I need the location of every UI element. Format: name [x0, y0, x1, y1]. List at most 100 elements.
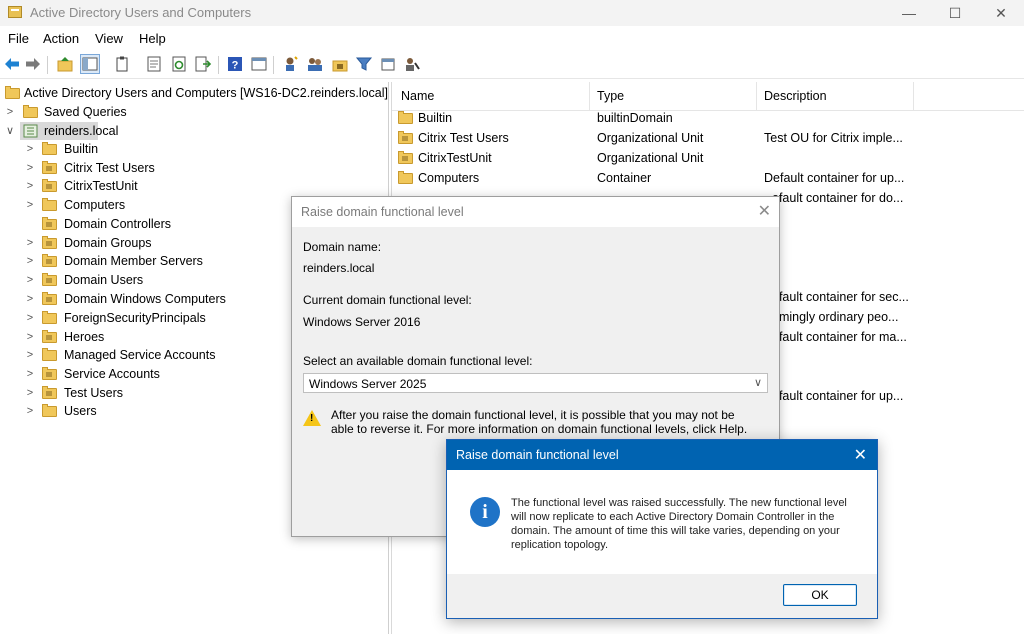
chevron-down-icon[interactable]: ∨	[754, 376, 762, 389]
cell-description: efault container for up...	[772, 389, 904, 403]
tree-item-citrixtestunit[interactable]: > CitrixTestUnit	[0, 177, 388, 195]
cell-description: Default container for up...	[764, 171, 905, 185]
dialog-close-icon[interactable]: ✕	[854, 445, 867, 465]
tree-item-label: Builtin	[64, 142, 99, 156]
ou-icon	[42, 386, 57, 399]
dialog-title: Raise domain functional level	[301, 205, 464, 219]
tree-item-label: Service Accounts	[64, 367, 160, 381]
tree-root[interactable]: Active Directory Users and Computers [WS…	[0, 84, 388, 102]
up-folder-icon[interactable]	[56, 55, 74, 73]
chevron-right-icon[interactable]: >	[25, 234, 35, 252]
svg-text:?: ?	[232, 60, 239, 72]
folder-icon	[42, 198, 57, 211]
toolbar-separator	[273, 56, 274, 74]
back-arrow-icon[interactable]	[3, 55, 21, 73]
current-level-value: Windows Server 2016	[303, 315, 421, 329]
cell-type: Organizational Unit	[597, 151, 704, 165]
chevron-right-icon[interactable]: >	[25, 309, 35, 327]
column-header-name[interactable]: Name	[401, 89, 434, 103]
chevron-right-icon[interactable]: >	[25, 346, 35, 364]
folder-icon	[42, 311, 57, 324]
filter-icon[interactable]	[355, 55, 373, 73]
close-button[interactable]: ✕	[978, 0, 1024, 26]
export-list-icon[interactable]	[194, 55, 212, 73]
window-title: Active Directory Users and Computers	[30, 5, 252, 20]
new-ou-icon[interactable]	[331, 55, 349, 73]
chevron-right-icon[interactable]: >	[5, 103, 15, 121]
column-header-description[interactable]: Description	[764, 89, 827, 103]
menu-file[interactable]: File	[8, 31, 29, 46]
chevron-right-icon[interactable]: >	[25, 402, 35, 420]
app-folder-icon	[8, 6, 22, 18]
maximize-button[interactable]: ☐	[932, 0, 978, 26]
folder-icon	[42, 142, 57, 155]
menu-view[interactable]: View	[95, 31, 123, 46]
chevron-right-icon[interactable]: >	[25, 271, 35, 289]
info-icon: i	[470, 497, 500, 527]
tree-item-label: Computers	[64, 198, 126, 212]
console-window-icon[interactable]	[250, 55, 268, 73]
tree-item-label: Domain Controllers	[64, 217, 171, 231]
ou-icon	[398, 131, 413, 144]
folder-icon	[5, 86, 20, 99]
chevron-right-icon[interactable]: >	[25, 252, 35, 270]
tree-item-builtin[interactable]: > Builtin	[0, 140, 388, 158]
menu-help[interactable]: Help	[139, 31, 166, 46]
add-to-group-icon[interactable]	[379, 55, 397, 73]
column-divider[interactable]	[589, 82, 590, 110]
tree-item-label: Users	[64, 404, 97, 418]
chevron-right-icon[interactable]: >	[25, 140, 35, 158]
dialog-title: Raise domain functional level	[456, 448, 619, 462]
chevron-down-icon[interactable]: ∨	[5, 122, 15, 140]
tree-item-citrix-test-users[interactable]: > Citrix Test Users	[0, 159, 388, 177]
folder-icon	[23, 105, 38, 118]
tree-item-domain[interactable]: ∨ reinders.local	[0, 122, 388, 140]
clipboard-icon[interactable]	[113, 55, 131, 73]
chevron-right-icon[interactable]: >	[25, 328, 35, 346]
chevron-right-icon[interactable]: >	[25, 290, 35, 308]
folder-icon	[42, 404, 57, 417]
tree-item-saved-queries[interactable]: > Saved Queries	[0, 103, 388, 121]
chevron-right-icon[interactable]: >	[25, 177, 35, 195]
dialog-close-icon[interactable]: ✕	[758, 201, 771, 221]
chevron-right-icon[interactable]: >	[25, 384, 35, 402]
column-divider[interactable]	[756, 82, 757, 110]
tree-root-label: Active Directory Users and Computers [WS…	[24, 86, 389, 100]
tree-item-label: CitrixTestUnit	[64, 179, 138, 193]
show-hide-tree-icon[interactable]	[80, 54, 100, 74]
toolbar: ?	[0, 52, 1024, 79]
ou-icon	[42, 292, 57, 305]
refresh-icon[interactable]	[170, 55, 188, 73]
ou-icon	[42, 330, 57, 343]
dialog-title-bar: Raise domain functional level ✕	[447, 440, 877, 470]
title-bar: Active Directory Users and Computers — ☐…	[0, 0, 1024, 26]
chevron-right-icon[interactable]: >	[25, 365, 35, 383]
minimize-button[interactable]: —	[886, 0, 932, 26]
cell-description: emingly ordinary peo...	[772, 310, 899, 324]
chevron-right-icon[interactable]: >	[25, 196, 35, 214]
ok-button[interactable]: OK	[783, 584, 857, 606]
tree-item-label: Test Users	[64, 386, 124, 400]
tree-item-label: Managed Service Accounts	[64, 348, 216, 362]
tree-item-label: Domain Users	[64, 273, 144, 287]
cell-description: efault container for sec...	[772, 290, 909, 304]
forward-arrow-icon[interactable]	[24, 55, 42, 73]
properties-icon[interactable]	[145, 55, 163, 73]
column-header-type[interactable]: Type	[597, 89, 624, 103]
chevron-right-icon[interactable]: >	[25, 159, 35, 177]
folder-icon	[42, 348, 57, 361]
delegate-control-icon[interactable]	[403, 55, 421, 73]
new-group-icon[interactable]	[306, 55, 324, 73]
cell-description: efault container for do...	[772, 191, 904, 205]
help-icon[interactable]: ?	[226, 55, 244, 73]
new-user-icon[interactable]	[282, 55, 300, 73]
cell-description: Test OU for Citrix imple...	[764, 131, 903, 145]
cell-description: efault container for ma...	[772, 330, 907, 344]
ou-icon	[42, 161, 57, 174]
cell-type: Container	[597, 171, 652, 185]
tree-item-label: Domain Groups	[64, 236, 152, 250]
tree-item-label: ForeignSecurityPrincipals	[64, 311, 206, 325]
menu-action[interactable]: Action	[43, 31, 79, 46]
functional-level-select[interactable]: Windows Server 2025 ∨	[303, 373, 768, 393]
column-divider[interactable]	[913, 82, 914, 110]
